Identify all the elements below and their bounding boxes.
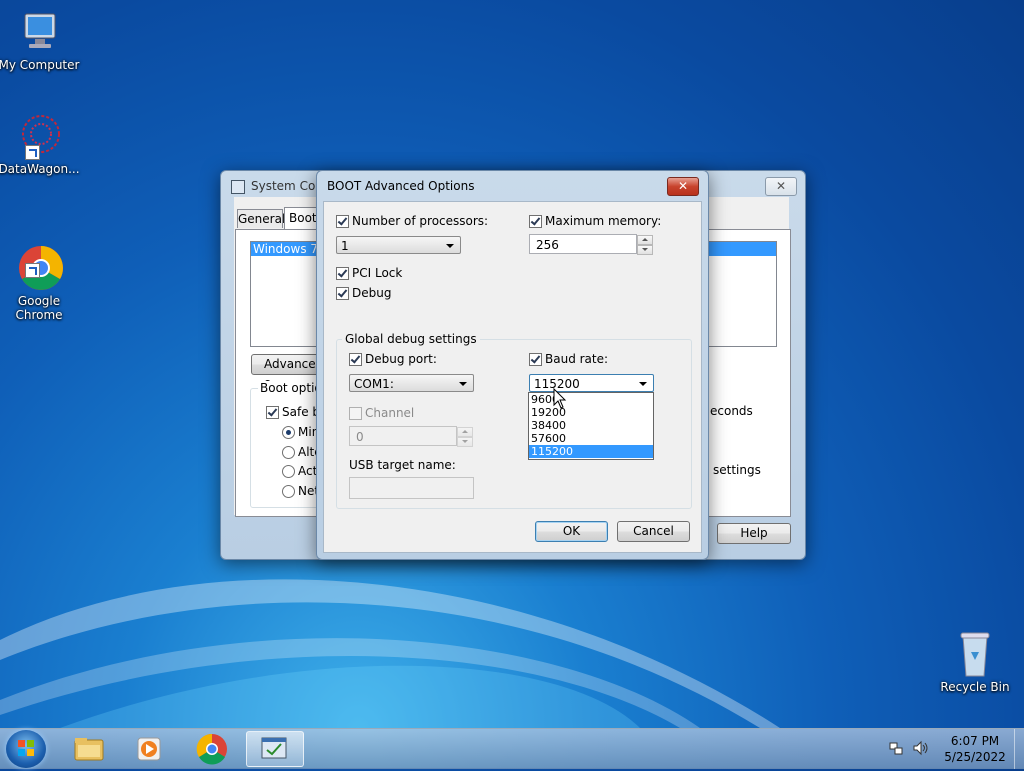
taskbar-media-player[interactable]: [122, 731, 176, 767]
processors-combobox[interactable]: 1: [336, 236, 461, 254]
baud-rate-checkbox[interactable]: Baud rate:: [529, 352, 608, 366]
baud-option-115200[interactable]: 115200: [529, 445, 653, 458]
baud-option-9600[interactable]: 9600: [529, 393, 653, 406]
debug-port-combobox[interactable]: COM1:: [349, 374, 474, 392]
radio-dot: [282, 485, 295, 498]
clock-date: 5/25/2022: [944, 750, 1006, 764]
chevron-down-icon: [639, 382, 647, 386]
desktop-icon-label: DataWagon...: [0, 162, 80, 176]
folder-icon: [74, 738, 104, 761]
timeout-seconds-label: econds: [710, 404, 753, 418]
checkbox-box: [349, 407, 362, 420]
clock-time: 6:07 PM: [950, 734, 1000, 748]
computer-icon: [15, 8, 63, 56]
checkbox-box: [349, 353, 362, 366]
spin-up-icon[interactable]: [637, 235, 653, 245]
tab-boot[interactable]: Boot: [284, 207, 320, 230]
radio-dot: [282, 426, 295, 439]
debug-port-checkbox[interactable]: Debug port:: [349, 352, 437, 366]
media-player-icon: [137, 737, 161, 761]
taskbar-system-configuration[interactable]: [246, 731, 304, 767]
taskbar-chrome[interactable]: [185, 731, 239, 767]
baud-option-19200[interactable]: 19200: [529, 406, 653, 419]
cancel-button[interactable]: Cancel: [617, 521, 690, 542]
desktop-icon-my-computer[interactable]: My Computer: [0, 8, 84, 72]
chrome-icon: [15, 230, 63, 290]
baud-rate-combobox[interactable]: 115200: [529, 374, 654, 392]
help-button[interactable]: Help: [717, 523, 791, 544]
channel-checkbox[interactable]: Channel: [349, 406, 414, 420]
spin-down-icon[interactable]: [457, 437, 473, 447]
close-icon: ✕: [775, 179, 787, 193]
msconfig-icon: [231, 179, 245, 194]
checkbox-box: [529, 215, 542, 228]
make-settings-permanent-label: settings: [713, 463, 761, 477]
dialog-close-button[interactable]: ✕: [667, 177, 699, 196]
usb-target-label: USB target name:: [349, 458, 456, 472]
ok-button[interactable]: OK: [535, 521, 608, 542]
close-icon: ✕: [677, 179, 689, 193]
msconfig-icon: [261, 737, 287, 759]
desktop-icon-datawagon[interactable]: DataWagon...: [0, 112, 84, 176]
volume-icon[interactable]: [912, 740, 930, 759]
baud-option-38400[interactable]: 38400: [529, 419, 653, 432]
maximum-memory-checkbox[interactable]: Maximum memory:: [529, 214, 661, 228]
shortcut-arrow-icon: [25, 263, 40, 278]
taskbar-explorer[interactable]: [62, 731, 116, 767]
desktop-icon-google-chrome[interactable]: Google Chrome: [0, 216, 84, 336]
debug-checkbox[interactable]: Debug: [336, 286, 391, 300]
pci-lock-checkbox[interactable]: PCI Lock: [336, 266, 402, 280]
windows-logo-icon: [18, 740, 34, 756]
tab-general[interactable]: General: [237, 209, 285, 228]
show-desktop-button[interactable]: [1014, 729, 1024, 769]
memory-spinner[interactable]: [637, 235, 653, 255]
global-debug-label: Global debug settings: [342, 332, 480, 346]
radio-dot: [282, 465, 295, 478]
dialog-client: Number of processors: 1 Maximum memory: …: [323, 201, 702, 553]
desktop-icon-label: Google Chrome: [15, 294, 63, 322]
usb-target-input[interactable]: [349, 477, 474, 499]
shortcut-arrow-icon: [25, 145, 40, 160]
dialog-title: BOOT Advanced Options: [327, 179, 475, 193]
desktop-icon-label: My Computer: [0, 58, 80, 72]
desktop-icon-recycle-bin[interactable]: Recycle Bin: [930, 630, 1020, 694]
spin-up-icon[interactable]: [457, 427, 473, 437]
sysconfig-close-button[interactable]: ✕: [765, 177, 797, 196]
start-button[interactable]: [6, 730, 46, 768]
recycle-bin-icon: [951, 630, 999, 678]
boot-advanced-options-dialog: BOOT Advanced Options ✕ Number of proces…: [316, 170, 709, 560]
checkbox-box: [266, 406, 279, 419]
checkbox-box: [336, 267, 349, 280]
network-icon[interactable]: [888, 740, 904, 759]
radio-dot: [282, 446, 295, 459]
taskbar: 6:07 PM 5/25/2022: [0, 728, 1024, 769]
channel-input[interactable]: 0: [349, 426, 457, 446]
checkbox-box: [336, 215, 349, 228]
spin-down-icon[interactable]: [637, 245, 653, 255]
maximum-memory-input[interactable]: 256: [529, 234, 637, 254]
chrome-icon: [196, 733, 227, 765]
datawagon-icon: [15, 112, 63, 160]
chevron-down-icon: [446, 244, 454, 248]
chevron-down-icon: [459, 382, 467, 386]
dialog-titlebar[interactable]: BOOT Advanced Options ✕: [317, 171, 708, 201]
number-of-processors-checkbox[interactable]: Number of processors:: [336, 214, 488, 228]
baud-option-57600[interactable]: 57600: [529, 432, 653, 445]
baud-rate-dropdown-list[interactable]: 9600 19200 38400 57600 115200: [528, 392, 654, 460]
checkbox-box: [529, 353, 542, 366]
mouse-pointer-icon: [553, 388, 567, 409]
checkbox-box: [336, 287, 349, 300]
desktop-icon-label: Recycle Bin: [940, 680, 1010, 694]
clock[interactable]: 6:07 PM 5/25/2022: [940, 733, 1010, 765]
channel-spinner[interactable]: [457, 427, 473, 447]
